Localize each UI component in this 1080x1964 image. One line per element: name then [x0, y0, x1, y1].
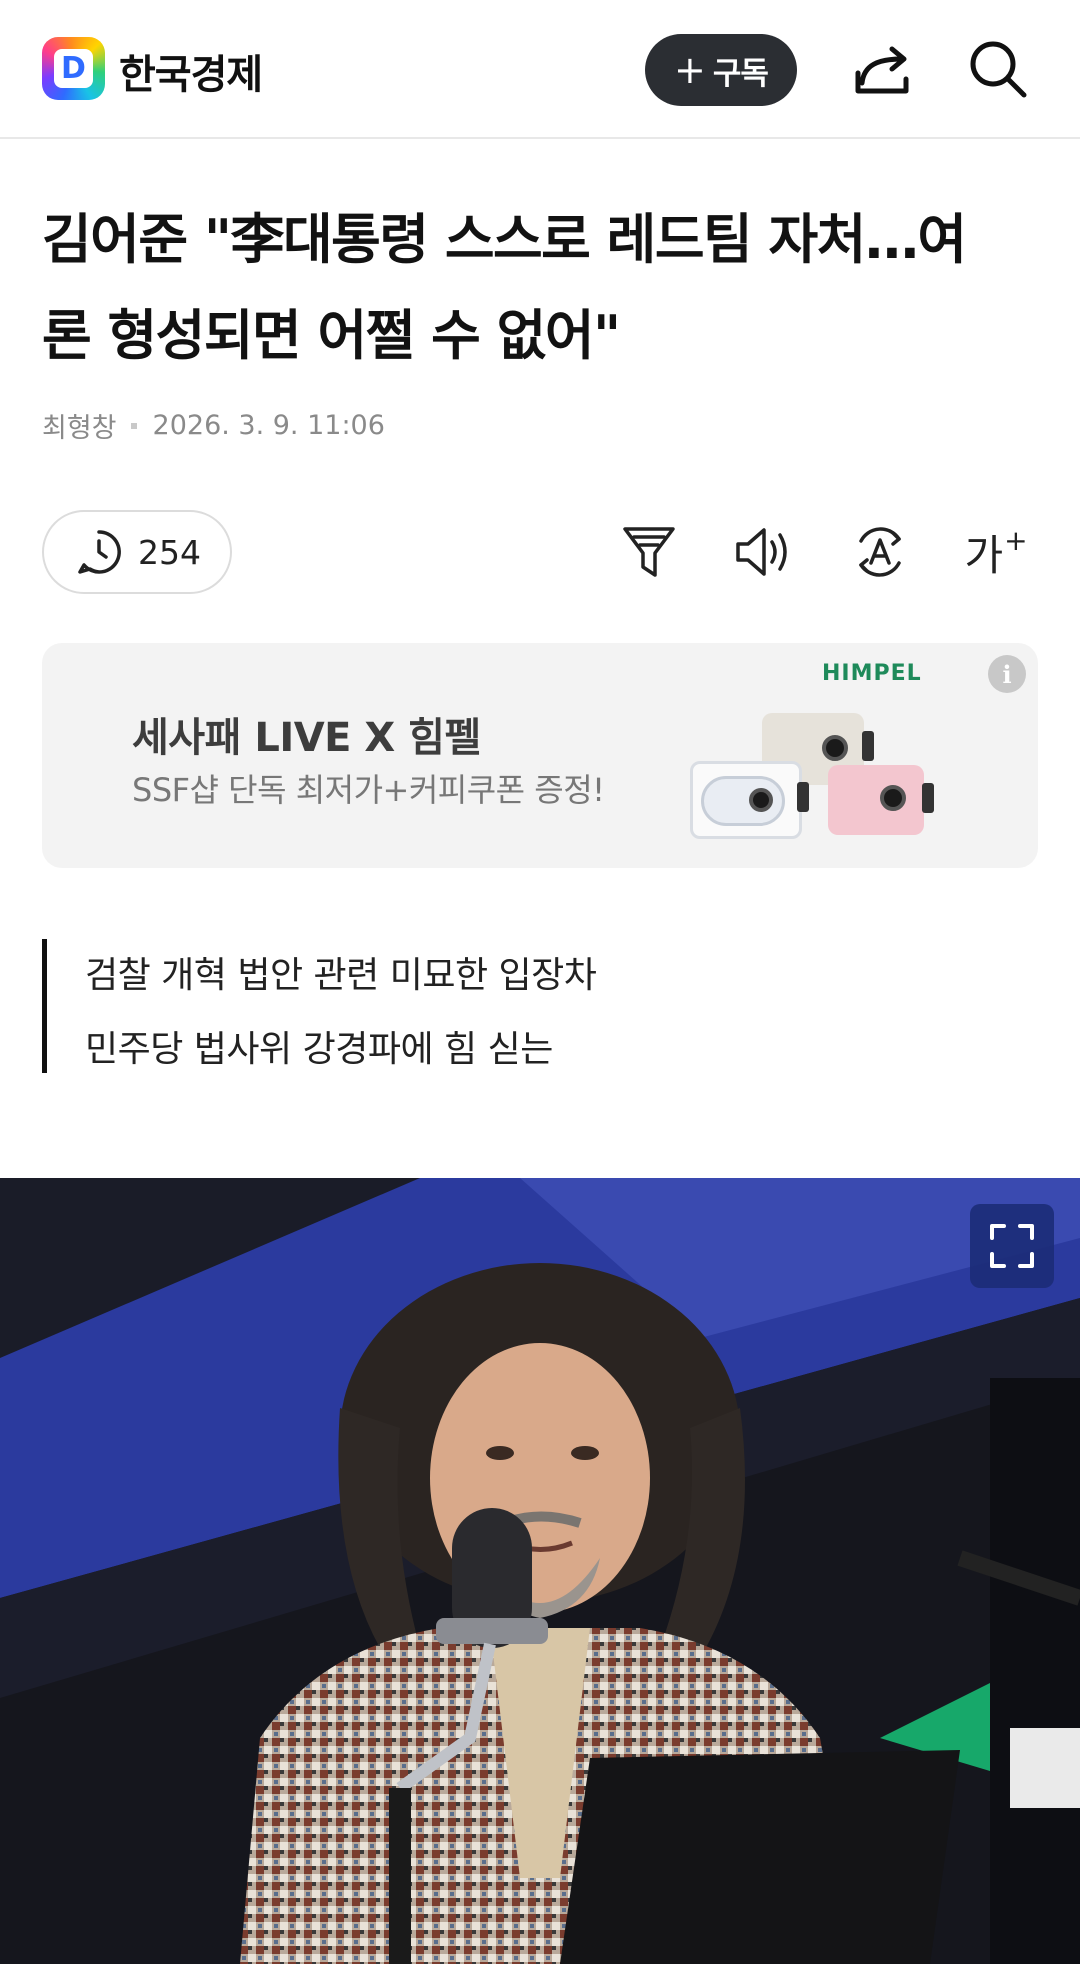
font-size-label: 가	[964, 530, 1004, 580]
speaker-icon	[736, 528, 787, 576]
app-header: D 한국경제 + 구독	[0, 0, 1080, 139]
comment-count: 254	[138, 532, 201, 572]
article-title-line: 론 형성되면 어쩔 수 없어"	[42, 304, 621, 367]
product-image	[690, 761, 809, 839]
search-icon	[970, 41, 1027, 98]
press-name[interactable]: 한국경제	[119, 42, 263, 100]
ad-info-icon[interactable]: i	[988, 655, 1026, 693]
summary-line: 검찰 개혁 법안 관련 미묘한 입장차	[85, 955, 597, 996]
funnel-icon	[623, 527, 675, 577]
summary-filter-button[interactable]	[615, 518, 683, 586]
comment-icon	[78, 530, 121, 574]
article-meta: 최형창 2026. 3. 9. 11:06	[42, 406, 385, 445]
subscribe-button[interactable]: + 구독	[645, 34, 797, 106]
fullscreen-icon	[990, 1224, 1034, 1268]
publish-datetime: 2026. 3. 9. 11:06	[152, 410, 385, 441]
font-size-button[interactable]: 가 +	[962, 518, 1030, 586]
meta-separator	[130, 422, 137, 429]
article-title: 김어준 "李대통령 스스로 레드팀 자처…여 론 형성되면 어쩔 수 없어"	[42, 192, 1042, 384]
font-size-plus: +	[1004, 523, 1028, 557]
plus-icon: +	[674, 48, 706, 92]
translate-icon	[859, 527, 901, 577]
ad-brand-logo: HIMPEL	[822, 661, 922, 686]
ad-subtitle: SSF샵 단독 최저가+커피쿠폰 증정!	[132, 771, 605, 809]
article-summary: 검찰 개혁 법안 관련 미묘한 입장차 민주당 법사위 강경파에 힘 싣는	[42, 939, 1032, 1073]
search-button[interactable]	[965, 36, 1031, 102]
daum-logo[interactable]: D	[42, 37, 105, 100]
logo-letter: D	[61, 50, 86, 86]
article-title-line: 김어준 "李대통령 스스로 레드팀 자처…여	[42, 208, 967, 271]
read-aloud-button[interactable]	[730, 518, 798, 586]
author-name[interactable]: 최형창	[42, 406, 117, 445]
summary-line: 민주당 법사위 강경파에 힘 싣는	[85, 1029, 553, 1070]
ad-banner[interactable]: 세사패 LIVE X 힘펠 SSF샵 단독 최저가+커피쿠폰 증정! HIMPE…	[42, 643, 1038, 868]
product-image	[828, 765, 934, 835]
translate-button[interactable]	[846, 518, 914, 586]
share-button[interactable]	[850, 38, 916, 104]
ad-title: 세사패 LIVE X 힘펠	[132, 715, 481, 761]
fullscreen-button[interactable]	[970, 1204, 1054, 1288]
article-photo-image	[0, 1178, 1080, 1964]
subscribe-label: 구독	[712, 55, 769, 92]
article-page: D 한국경제 + 구독 김어준 "李대통령 스스로 레드팀 자처…여 론 형성되…	[0, 0, 1080, 1964]
share-icon	[855, 46, 909, 94]
article-photo[interactable]	[0, 1178, 1080, 1964]
comment-button[interactable]: 254	[42, 510, 232, 594]
